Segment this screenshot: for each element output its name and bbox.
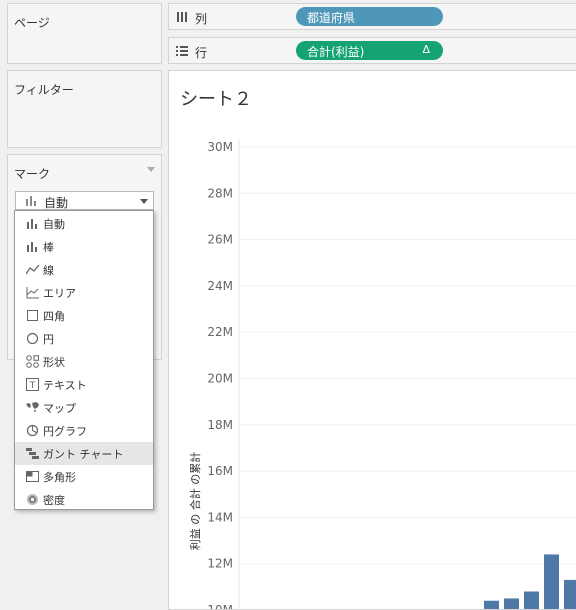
- profit-sum-pill-label: 合計(利益): [307, 45, 365, 59]
- menu-item-area[interactable]: エリア: [15, 281, 153, 304]
- rows-shelf[interactable]: 行 合計(利益) Δ: [168, 37, 576, 64]
- y-tick-label: 16M: [207, 464, 233, 478]
- marks-title: マーク: [14, 167, 51, 181]
- y-tick-label: 20M: [207, 372, 233, 386]
- menu-item-text[interactable]: T テキスト: [15, 373, 153, 396]
- menu-item-label: ガント チャート: [43, 448, 124, 461]
- columns-label: 列: [195, 12, 208, 26]
- y-tick-label: 30M: [207, 140, 233, 154]
- menu-item-map[interactable]: マップ: [15, 396, 153, 419]
- worksheet-view: シート２ 利益 の 合計 の累計 30M 28M 26M 24M 22M 20M 18M 16…: [168, 70, 576, 610]
- bar[interactable]: [504, 598, 519, 609]
- menu-item-square[interactable]: 四角: [15, 304, 153, 327]
- table-calc-delta-icon: Δ: [422, 43, 430, 56]
- bar[interactable]: [524, 591, 539, 609]
- chevron-down-icon: [140, 199, 148, 204]
- bar[interactable]: [564, 579, 576, 609]
- menu-item-label: マップ: [43, 402, 76, 415]
- pages-card: ページ: [7, 3, 162, 64]
- polygon-icon: [26, 471, 39, 482]
- menu-item-label: 棒: [43, 241, 54, 254]
- menu-item-polygon[interactable]: 多角形: [15, 465, 153, 488]
- square-icon: [27, 310, 38, 321]
- menu-item-label: テキスト: [43, 379, 87, 392]
- filters-title: フィルター: [14, 83, 74, 97]
- menu-item-gantt[interactable]: ガント チャート: [15, 442, 153, 465]
- rows-icon: [176, 46, 188, 56]
- menu-item-label: 多角形: [43, 471, 76, 484]
- bar[interactable]: [484, 600, 499, 609]
- y-tick-label: 22M: [207, 325, 233, 339]
- pages-title: ページ: [14, 16, 50, 30]
- text-icon: T: [26, 378, 39, 391]
- map-icon: [26, 402, 39, 413]
- menu-item-circle[interactable]: 円: [15, 327, 153, 350]
- y-tick-label: 28M: [207, 186, 233, 200]
- menu-item-label: 形状: [43, 356, 65, 369]
- menu-item-shape[interactable]: 形状: [15, 350, 153, 373]
- mark-type-dropdown: 自動 棒 線 エリア 四角 円 形状 T テキスト マップ 円グラフ ガント チ…: [14, 210, 154, 510]
- bar-chart: 30M 28M 26M 24M 22M 20M 18M 16M 14M 12M 10M: [207, 139, 576, 609]
- auto-icon: [27, 219, 37, 229]
- shape-icon: [26, 355, 39, 368]
- menu-item-label: 自動: [43, 218, 65, 231]
- line-icon: [26, 264, 40, 275]
- rows-label: 行: [195, 46, 208, 60]
- y-tick-label: 10M: [207, 603, 233, 609]
- profit-sum-pill[interactable]: 合計(利益) Δ: [296, 41, 443, 60]
- prefecture-pill-label: 都道府県: [307, 11, 356, 25]
- menu-item-density[interactable]: 密度: [15, 488, 153, 511]
- circle-icon: [26, 332, 39, 345]
- menu-item-label: 円グラフ: [43, 425, 87, 438]
- menu-item-label: 密度: [43, 494, 65, 507]
- y-tick-label: 24M: [207, 279, 233, 293]
- y-tick-label: 26M: [207, 233, 233, 247]
- menu-item-pie[interactable]: 円グラフ: [15, 419, 153, 442]
- menu-item-label: エリア: [43, 287, 76, 300]
- auto-icon: [26, 196, 36, 206]
- mark-type-select[interactable]: 自動: [15, 191, 154, 210]
- prefecture-pill[interactable]: 都道府県: [296, 7, 443, 26]
- area-icon: [26, 287, 39, 299]
- bar[interactable]: [544, 554, 559, 609]
- bar-icon: [27, 242, 37, 252]
- menu-item-label: 四角: [43, 310, 65, 323]
- y-tick-label: 14M: [207, 510, 233, 524]
- marks-menu-arrow-icon[interactable]: [147, 167, 155, 172]
- gantt-icon: [26, 448, 39, 459]
- density-icon: [27, 494, 38, 505]
- menu-item-auto[interactable]: 自動: [15, 212, 153, 235]
- mark-type-selected-label: 自動: [44, 196, 69, 210]
- y-tick-label: 12M: [207, 557, 233, 571]
- menu-item-bar[interactable]: 棒: [15, 235, 153, 258]
- filters-card: フィルター: [7, 70, 162, 148]
- pie-icon: [26, 424, 39, 437]
- columns-shelf[interactable]: 列 都道府県: [168, 3, 576, 30]
- columns-icon: [177, 12, 187, 22]
- menu-item-label: 線: [43, 264, 54, 277]
- menu-item-label: 円: [43, 333, 54, 346]
- menu-item-line[interactable]: 線: [15, 258, 153, 281]
- svg-text:T: T: [29, 381, 36, 391]
- y-tick-label: 18M: [207, 418, 233, 432]
